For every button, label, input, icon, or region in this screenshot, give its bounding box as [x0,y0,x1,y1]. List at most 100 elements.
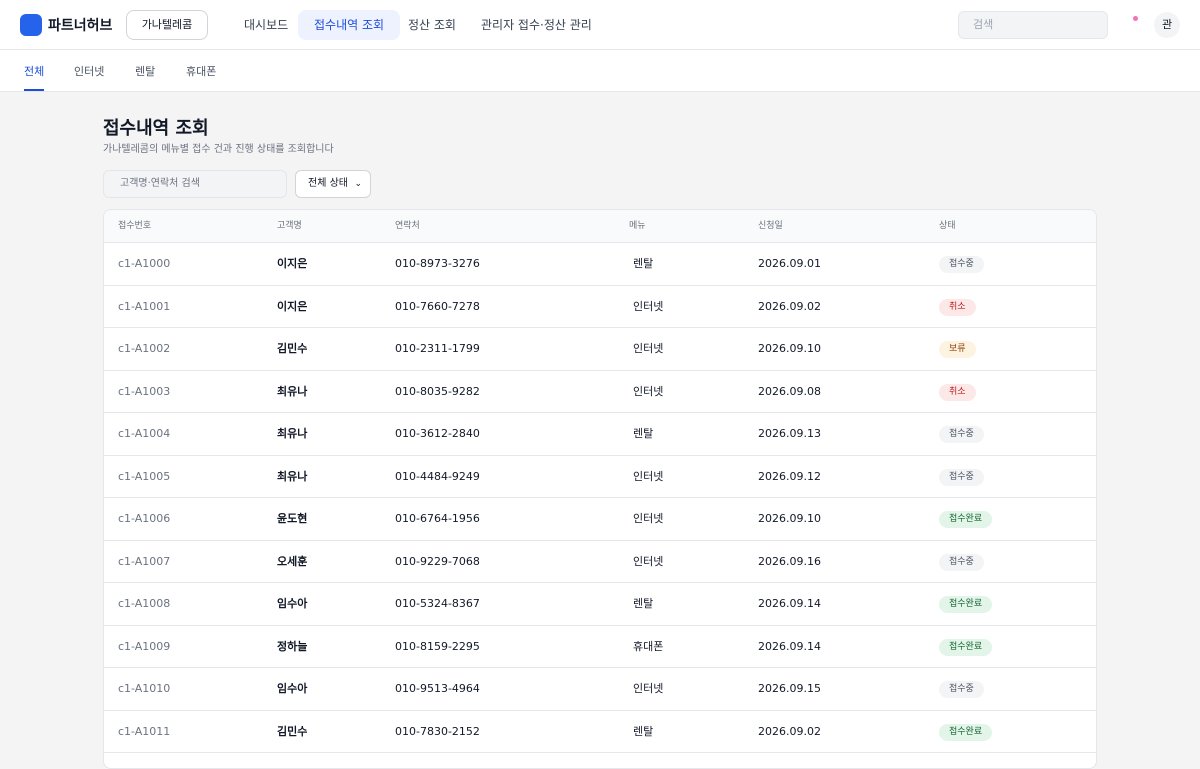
status-select-value: 전체 상태 [308,178,348,189]
application-id-cell: c1-A1002 [118,342,171,355]
search-input[interactable]: 검색 [958,11,1108,39]
tab-mobile[interactable]: 휴대폰 [186,50,216,91]
date-cell: 2026.09.01 [758,257,821,270]
application-id-cell: c1-A1007 [118,554,171,568]
menu-cell: 휴대폰 [633,639,664,653]
customer-name-cell: 윤도현 [277,512,308,525]
tab-all[interactable]: 전체 [24,50,45,91]
customer-name-cell: 임수아 [277,682,308,695]
phone-cell: 010-7830-2152 [395,724,480,738]
customer-name-cell: 오세훈 [277,554,308,568]
phone-cell: 010-9229-7068 [395,554,480,568]
status-badge: 접수중 [939,553,984,571]
application-id-cell: c1-A1003 [118,384,171,398]
application-id-cell: c1-A1000 [118,257,171,270]
phone-cell: 010-8035-9282 [395,384,480,398]
date-cell: 2026.09.02 [758,724,821,738]
application-id-cell: c1-A1005 [118,469,171,483]
date-cell: 2026.09.10 [758,342,821,355]
menu-cell: 인터넷 [633,682,664,695]
notification-dot-icon [1133,16,1138,21]
application-id-cell: c1-A1009 [118,639,171,653]
status-badge: 접수완료 [939,638,993,656]
menu-cell: 인터넷 [633,299,664,313]
table-header: 접수번호 고객명 연락처 메뉴 신청일 상태 [104,210,1096,243]
col-customer-name-header: 고객명 [277,221,302,231]
date-cell: 2026.09.14 [758,597,821,610]
customer-name-cell: 이지은 [277,299,308,313]
chevron-down-icon: ⌄ [354,179,362,189]
applications-table: 접수번호 고객명 연락처 메뉴 신청일 상태 c1-A1000 이지은 010-8973-32… [103,209,1097,769]
status-badge: 취소 [939,383,976,401]
phone-cell: 010-3612-2840 [395,427,480,440]
brand-name: 파트너허브 [48,18,113,34]
customer-name-cell: 최유나 [277,469,308,483]
nav-admin-management[interactable]: 관리자 접수·정산 관리 [465,10,608,40]
customer-name-cell: 정하늘 [277,639,308,653]
table-row[interactable]: c1-A1000 이지은 010-8973-3276 렌탈 2026.09.01 접수중 [104,243,1096,286]
col-phone-header: 연락처 [395,221,420,231]
status-badge: 접수중 [939,256,984,273]
status-badge: 취소 [939,298,976,316]
status-badge: 보류 [939,341,976,358]
phone-cell: 010-8159-2295 [395,639,480,653]
application-id-cell: c1-A1011 [118,724,171,738]
page-title: 접수내역 조회 [103,118,209,139]
customer-name-cell: 최유나 [277,384,308,398]
table-row[interactable]: c1-A1006 윤도현 010-6764-1956 인터넷 2026.09.10 접수완… [104,498,1096,541]
nav-dashboard[interactable]: 대시보드 [228,10,304,40]
nav-settlement[interactable]: 정산 조회 [392,10,472,40]
status-badge: 접수완료 [939,723,993,741]
menu-cell: 인터넷 [633,342,664,355]
table-row[interactable]: c1-A1007 오세훈 010-9229-7068 인터넷 2026.09.16 접수중 [104,541,1096,583]
menu-cell: 인터넷 [633,554,664,568]
avatar[interactable]: 관 [1154,12,1180,38]
page-subtitle: 가나텔레콤의 메뉴별 접수 건과 진행 상태를 조회합니다 [103,144,334,155]
table-row[interactable]: c1-A1008 임수아 010-5324-8367 렌탈 2026.09.14 접수완료 [104,583,1096,626]
date-cell: 2026.09.15 [758,682,821,695]
date-cell: 2026.09.16 [758,554,821,568]
col-application-id-header: 접수번호 [118,221,152,231]
application-id-cell: c1-A1006 [118,512,171,525]
top-bar: 파트너허브 가나텔레콤 대시보드 접수내역 조회 정산 조회 관리자 접수·정산 관리… [0,0,1200,50]
menu-cell: 렌탈 [633,724,654,738]
table-row[interactable]: c1-A1003 최유나 010-8035-9282 인터넷 2026.09.08 취소 [104,371,1096,413]
phone-cell: 010-5324-8367 [395,597,480,610]
table-row[interactable]: c1-A1009 정하늘 010-8159-2295 휴대폰 2026.09.14 접수완… [104,626,1096,668]
tab-internet[interactable]: 인터넷 [74,50,104,91]
menu-cell: 렌탈 [633,427,654,440]
table-row[interactable]: c1-A1004 최유나 010-3612-2840 렌탈 2026.09.13 접수중 [104,413,1096,456]
col-status-header: 상태 [939,221,956,231]
date-cell: 2026.09.14 [758,639,821,653]
menu-cell: 렌탈 [633,597,654,610]
customer-name-cell: 김민수 [277,342,308,355]
tab-rental[interactable]: 렌탈 [135,50,155,91]
application-id-cell: c1-A1010 [118,682,171,695]
col-menu-header: 메뉴 [629,221,646,231]
status-badge: 접수완료 [939,511,993,528]
company-selector-button[interactable]: 가나텔레콤 [126,10,208,40]
phone-cell: 010-6764-1956 [395,512,480,525]
table-row[interactable]: c1-A1010 임수아 010-9513-4964 인터넷 2026.09.15 접수중 [104,668,1096,711]
customer-name-cell: 김민수 [277,724,308,738]
status-select[interactable]: 전체 상태 ⌄ [295,170,371,198]
status-badge: 접수중 [939,426,984,443]
phone-cell: 010-9513-4964 [395,682,480,695]
customer-name-cell: 임수아 [277,597,308,610]
table-row[interactable]: c1-A1001 이지은 010-7660-7278 인터넷 2026.09.02 취소 [104,286,1096,328]
status-badge: 접수중 [939,681,984,698]
date-cell: 2026.09.08 [758,384,821,398]
col-date-header: 신청일 [758,221,783,231]
phone-cell: 010-2311-1799 [395,342,480,355]
table-row[interactable]: c1-A1011 김민수 010-7830-2152 렌탈 2026.09.02 접수완료 [104,711,1096,753]
table-row[interactable]: c1-A1002 김민수 010-2311-1799 인터넷 2026.09.10 보류 [104,328,1096,371]
status-badge: 접수완료 [939,596,993,613]
customer-search-input[interactable]: 고객명·연락처 검색 [103,170,287,198]
menu-cell: 인터넷 [633,512,664,525]
nav-application-history[interactable]: 접수내역 조회 [298,10,401,40]
date-cell: 2026.09.13 [758,427,821,440]
logo-icon [20,14,42,36]
date-cell: 2026.09.10 [758,512,821,525]
menu-cell: 인터넷 [633,384,664,398]
table-row[interactable]: c1-A1005 최유나 010-4484-9249 인터넷 2026.09.12 접수중 [104,456,1096,498]
